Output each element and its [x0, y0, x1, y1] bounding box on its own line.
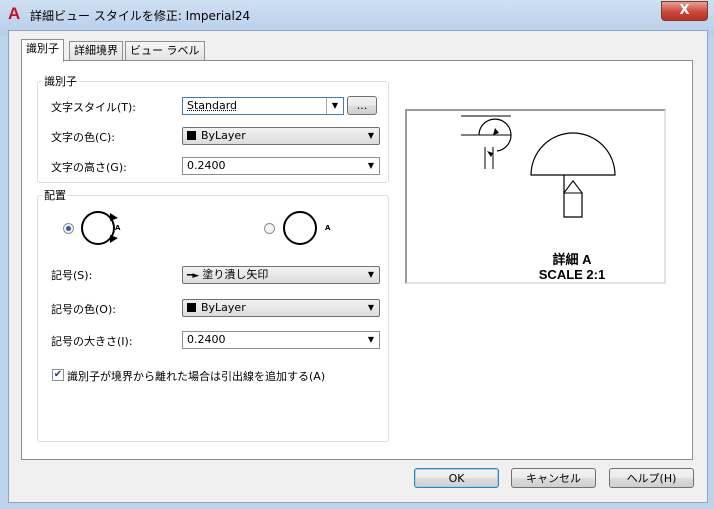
- symbol-dropdown[interactable]: ━► 塗り潰し矢印 ▼: [182, 266, 380, 284]
- symbol-color-value: ByLayer: [201, 301, 246, 314]
- symbol-color-label: 記号の色(O):: [51, 303, 116, 316]
- chevron-down-icon: ▼: [367, 335, 375, 344]
- tab-label: 詳細境界: [74, 44, 118, 57]
- text-style-label: 文字スタイル(T):: [51, 101, 137, 114]
- color-swatch-icon: [187, 131, 196, 140]
- chevron-down-icon: ▼: [326, 98, 343, 114]
- symbol-value: 塗り潰し矢印: [202, 268, 269, 281]
- dialog-client: 識別子 詳細境界 ビュー ラベル 識別子 文字スタイル(T): Standard…: [8, 30, 708, 503]
- placement-group-title: 配置: [42, 187, 68, 203]
- autocad-app-icon: A: [8, 4, 21, 23]
- help-button[interactable]: ヘルプ(H): [609, 468, 694, 488]
- window-title: 詳細ビュー スタイルを修正: Imperial24: [30, 9, 251, 23]
- color-swatch-icon: [187, 303, 196, 312]
- chevron-down-icon: ▼: [367, 161, 375, 170]
- text-height-field[interactable]: 0.2400 ▼: [182, 157, 380, 175]
- preview-detail-label: 詳細 A: [552, 252, 592, 267]
- placement-option2-letter: A: [325, 224, 331, 232]
- text-height-value: 0.2400: [187, 159, 226, 172]
- symbol-size-value: 0.2400: [187, 333, 226, 346]
- browse-text-style-button[interactable]: ...: [347, 96, 377, 115]
- tab-label: 識別子: [26, 42, 59, 55]
- chevron-down-icon: ▼: [367, 270, 375, 279]
- circle-plain-icon: [283, 211, 317, 245]
- text-style-value: Standard: [187, 99, 238, 112]
- placement-option2-radio[interactable]: [264, 223, 275, 234]
- text-color-dropdown[interactable]: ByLayer ▼: [182, 127, 380, 145]
- text-style-dropdown[interactable]: Standard ▼: [182, 97, 344, 115]
- tab-panel: 識別子 文字スタイル(T): Standard ▼ ... 文字の色(C): B…: [21, 60, 693, 460]
- text-color-value: ByLayer: [201, 129, 246, 142]
- symbol-size-label: 記号の大きさ(I):: [51, 335, 133, 348]
- tab-identifier[interactable]: 識別子: [21, 39, 64, 62]
- text-height-label: 文字の高さ(G):: [51, 161, 127, 174]
- symbol-size-field[interactable]: 0.2400 ▼: [182, 331, 380, 349]
- tab-view-label[interactable]: ビュー ラベル: [125, 41, 205, 60]
- tab-label: ビュー ラベル: [130, 44, 200, 57]
- text-color-label: 文字の色(C):: [51, 131, 115, 144]
- close-button[interactable]: X: [661, 1, 708, 21]
- filled-arrow-icon: ━►: [187, 271, 200, 281]
- identifier-group-title: 識別子: [42, 73, 79, 89]
- placement-option1-radio[interactable]: [63, 223, 74, 234]
- preview-pane: 詳細 A SCALE 2:1: [405, 109, 666, 284]
- leader-checkbox-label[interactable]: 識別子が境界から離れた場合は引出線を追加する(A): [67, 368, 325, 384]
- chevron-down-icon: ▼: [367, 303, 375, 312]
- circle-arrow-icon: [81, 211, 118, 245]
- placement-option1-letter: A: [115, 224, 121, 232]
- radio-selected-dot: [66, 226, 71, 231]
- preview-scale-label: SCALE 2:1: [538, 267, 606, 282]
- tab-detail-boundary[interactable]: 詳細境界: [69, 41, 123, 60]
- ok-button[interactable]: OK: [414, 468, 499, 488]
- checkmark-icon: ✔: [53, 369, 63, 380]
- leader-checkbox[interactable]: ✔: [52, 369, 64, 381]
- chevron-down-icon: ▼: [367, 131, 375, 140]
- symbol-color-dropdown[interactable]: ByLayer ▼: [182, 299, 380, 317]
- symbol-label: 記号(S):: [51, 269, 93, 282]
- cancel-button[interactable]: キャンセル: [511, 468, 596, 488]
